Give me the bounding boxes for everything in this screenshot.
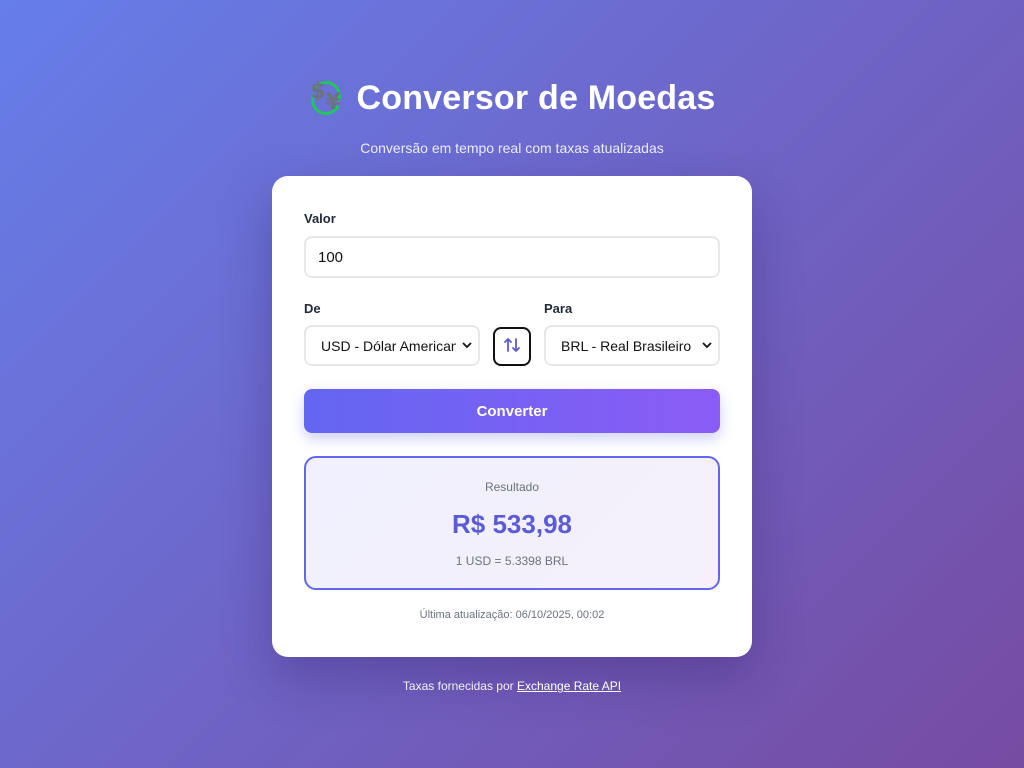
to-label: Para bbox=[544, 301, 573, 316]
chevron-down-icon bbox=[696, 327, 718, 364]
page-title: Conversor de Moedas bbox=[356, 78, 716, 117]
page-subtitle: Conversão em tempo real com taxas atuali… bbox=[360, 140, 664, 156]
converter-card: Valor De USD - Dólar Americano Para BRL … bbox=[272, 176, 752, 657]
exchange-rate-api-link[interactable]: Exchange Rate API bbox=[517, 679, 621, 693]
amount-label: Valor bbox=[304, 211, 336, 226]
amount-input[interactable] bbox=[304, 236, 720, 278]
result-value: R$ 533,98 bbox=[452, 509, 572, 539]
from-currency-value: USD - Dólar Americano bbox=[321, 337, 456, 354]
currency-exchange-icon: $ ¥ bbox=[307, 76, 346, 120]
result-label: Resultado bbox=[484, 480, 540, 494]
swap-arrows-icon bbox=[503, 336, 521, 357]
result-panel: Resultado R$ 533,98 1 USD = 5.3398 BRL bbox=[304, 456, 720, 590]
exchange-rate-text: 1 USD = 5.3398 BRL bbox=[455, 554, 569, 568]
chevron-down-icon bbox=[456, 327, 478, 364]
page-footer: Taxas fornecidas por Exchange Rate API bbox=[0, 679, 1024, 693]
footer-prefix: Taxas fornecidas por bbox=[402, 679, 514, 693]
page-header: $ ¥ Conversor de Moedas Conversão em tem… bbox=[0, 76, 1024, 156]
title-row: $ ¥ Conversor de Moedas bbox=[0, 76, 1024, 120]
from-label: De bbox=[304, 301, 321, 316]
swap-currencies-button[interactable] bbox=[493, 327, 531, 366]
last-update-text: Última atualização: 06/10/2025, 00:02 bbox=[419, 609, 605, 621]
convert-button[interactable]: Converter bbox=[304, 389, 720, 433]
to-currency-select[interactable]: BRL - Real Brasileiro bbox=[544, 325, 720, 366]
to-currency-value: BRL - Real Brasileiro bbox=[561, 337, 692, 354]
from-currency-select[interactable]: USD - Dólar Americano bbox=[304, 325, 480, 366]
